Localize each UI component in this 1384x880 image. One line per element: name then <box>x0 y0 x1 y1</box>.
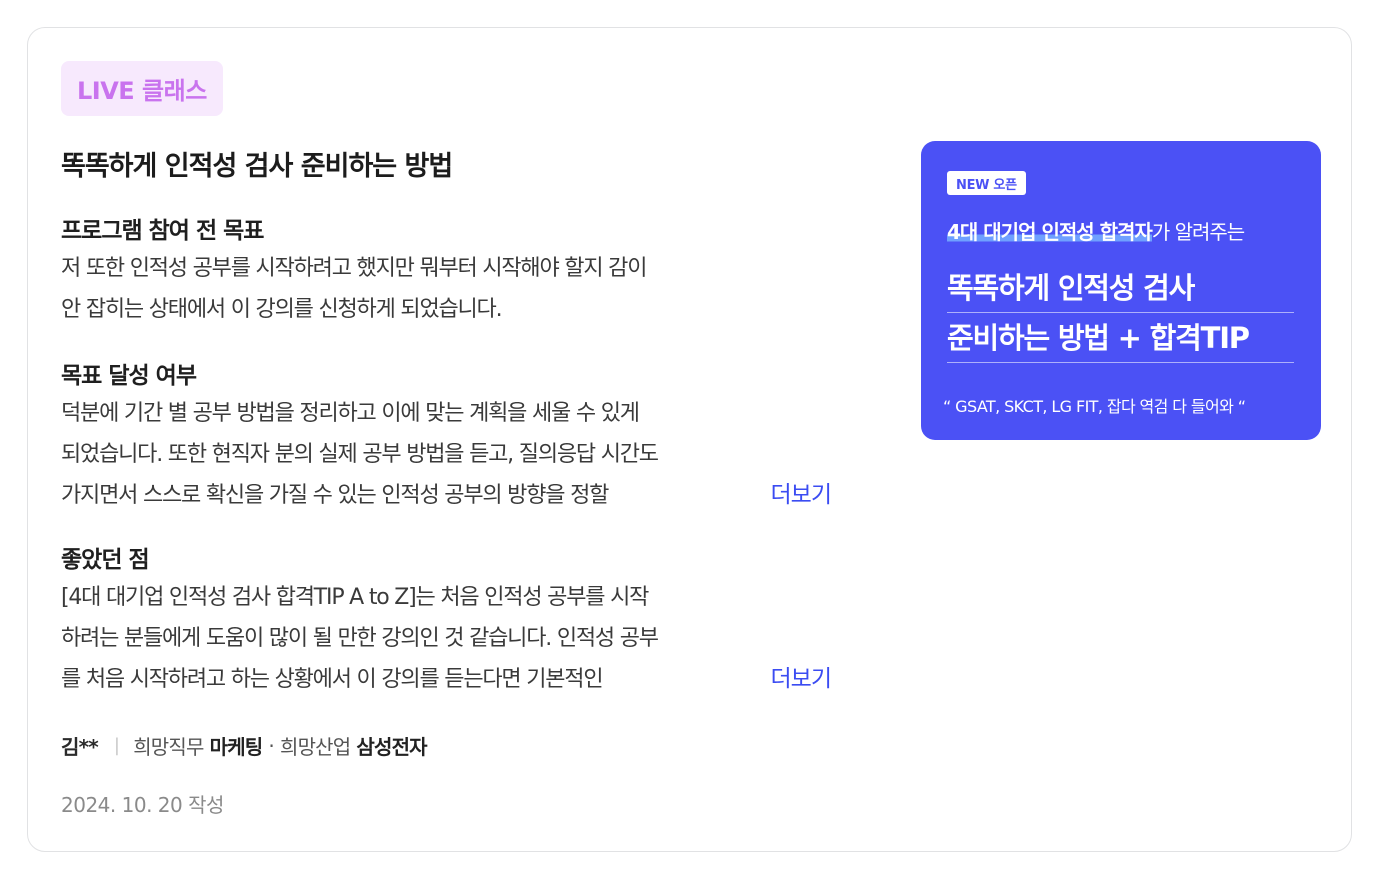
read-more-link[interactable]: 더보기 <box>771 659 832 700</box>
review-card: LIVE 클래스 똑똑하게 인적성 검사 준비하는 방법 프로그램 참여 전 목… <box>27 27 1352 852</box>
section-heading: 목표 달성 여부 <box>61 363 197 389</box>
class-banner[interactable]: NEW 오픈 4대 대기업 인적성 합격자가 알려주는 똑똑하게 인적성 검사 … <box>921 141 1321 440</box>
body-line: 저 또한 인적성 공부를 시작하려고 했지만 뭐부터 시작해야 할지 감이 <box>61 256 647 281</box>
dot-separator: · <box>268 733 274 758</box>
body-line: 안 잡히는 상태에서 이 강의를 신청하게 되었습니다. <box>61 297 503 322</box>
section-goal: 프로그램 참여 전 목표 저 또한 인적성 공부를 시작하려고 했지만 뭐부터 … <box>61 214 831 330</box>
banner-subtitle-rest: 가 알려주는 <box>1151 220 1245 244</box>
section-body: 덕분에 기간 별 공부 방법을 정리하고 이에 맞는 계획을 세울 수 있게 되… <box>61 393 832 516</box>
job-label: 희망직무 <box>133 735 204 759</box>
new-open-tag: NEW 오픈 <box>947 171 1026 195</box>
section-body: [4대 대기업 인적성 검사 합격TIP A to Z]는 처음 인적성 공부를… <box>61 577 832 700</box>
banner-quote: “ GSAT, SKCT, LG FIT, 잡다 역검 다 들어와 “ <box>943 397 1246 416</box>
industry-label: 희망산업 <box>279 735 351 759</box>
review-date: 2024. 10. 20 작성 <box>61 793 224 817</box>
author-info: 김** | 희망직무 마케팅 · 희망산업 삼성전자 <box>61 731 428 760</box>
banner-subtitle: 4대 대기업 인적성 합격자가 알려주는 <box>947 216 1245 245</box>
section-achievement: 목표 달성 여부 덕분에 기간 별 공부 방법을 정리하고 이에 맞는 계획을 … <box>61 359 832 516</box>
review-title: 똑똑하게 인적성 검사 준비하는 방법 <box>61 151 453 182</box>
body-line: 되었습니다. 또한 현직자 분의 실제 공부 방법을 듣고, 질의응답 시간도 <box>61 442 659 467</box>
section-good-points: 좋았던 점 [4대 대기업 인적성 검사 합격TIP A to Z]는 처음 인… <box>61 543 832 700</box>
author-name: 김** <box>61 735 99 759</box>
body-line-truncated: 를 처음 시작하려고 하는 상황에서 이 강의를 듣는다면 기본적인 <box>61 659 741 700</box>
job-value: 마케팅 <box>209 735 264 759</box>
industry-value: 삼성전자 <box>356 735 427 759</box>
body-line-truncated: 가지면서 스스로 확신을 가질 수 있는 인적성 공부의 방향을 정할 <box>61 475 741 516</box>
banner-headline-line2: 준비하는 방법 + 합격TIP <box>947 315 1294 363</box>
divider: | <box>113 735 120 756</box>
banner-headline-line1: 똑똑하게 인적성 검사 <box>947 265 1294 313</box>
live-class-badge: LIVE 클래스 <box>61 61 223 116</box>
section-body: 저 또한 인적성 공부를 시작하려고 했지만 뭐부터 시작해야 할지 감이 안 … <box>61 248 831 330</box>
section-heading: 프로그램 참여 전 목표 <box>61 218 264 244</box>
body-line: 하려는 분들에게 도움이 많이 될 만한 강의인 것 같습니다. 인적성 공부 <box>61 626 659 651</box>
section-heading: 좋았던 점 <box>61 547 150 573</box>
body-line: 덕분에 기간 별 공부 방법을 정리하고 이에 맞는 계획을 세울 수 있게 <box>61 401 640 426</box>
banner-subtitle-highlight: 4대 대기업 인적성 합격자 <box>947 220 1153 244</box>
body-line: [4대 대기업 인적성 검사 합격TIP A to Z]는 처음 인적성 공부를… <box>61 585 649 610</box>
read-more-link[interactable]: 더보기 <box>771 475 832 516</box>
